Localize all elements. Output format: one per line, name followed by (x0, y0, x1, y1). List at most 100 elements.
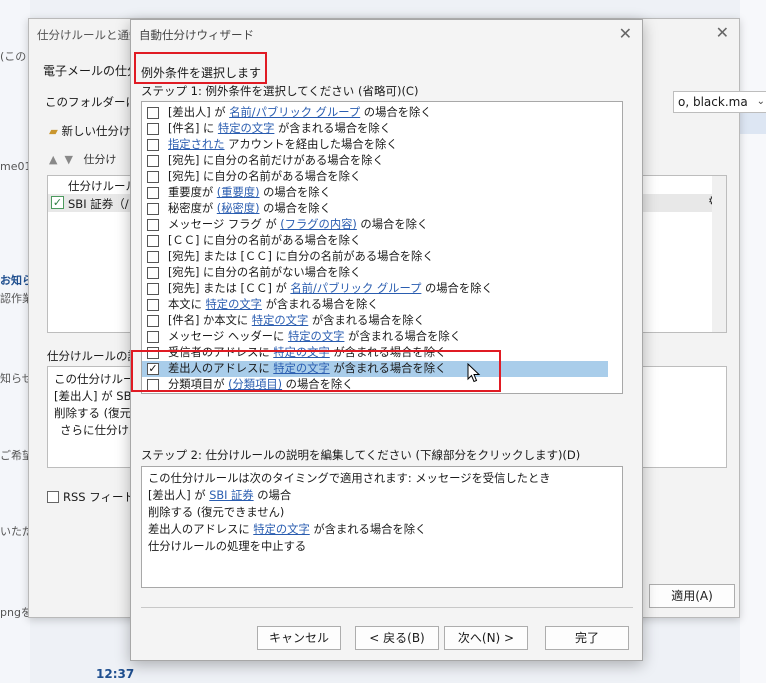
condition-checkbox[interactable] (147, 283, 159, 295)
highlight-box (134, 52, 267, 84)
condition-item[interactable]: メッセージ ヘッダーに 特定の文字 が含まれる場合を除く (142, 329, 608, 345)
condition-text: [宛先] に自分の名前だけがある場合を除く (168, 154, 384, 167)
condition-item[interactable]: メッセージ フラグ が (フラグの内容) の場合を除く (142, 217, 608, 233)
condition-checkbox[interactable] (147, 139, 159, 151)
condition-checkbox[interactable] (147, 155, 159, 167)
description-line: [差出人] が SBI 証券 の場合 (148, 487, 291, 503)
rule-enabled-checkbox[interactable]: ✓ (51, 196, 64, 209)
condition-link[interactable]: 特定の文字 (218, 122, 275, 135)
condition-link[interactable]: (秘密度) (217, 202, 260, 215)
condition-checkbox[interactable] (147, 315, 159, 327)
new-rule-button[interactable]: ▰ 新しい仕分け (49, 123, 131, 139)
close-icon[interactable]: ✕ (716, 23, 729, 42)
condition-checkbox[interactable] (147, 299, 159, 311)
condition-item[interactable]: 本文に 特定の文字 が含まれる場合を除く (142, 297, 608, 313)
condition-text: [宛先] または [ＣＣ] が (168, 282, 291, 295)
background-left-pane: (この me01/ お知ら 認作業 知らせ ご希望 いただ pngを (0, 0, 35, 683)
condition-item[interactable]: [宛先] に自分の名前だけがある場合を除く (142, 153, 608, 169)
condition-item[interactable]: [宛先] に自分の名前がない場合を除く (142, 265, 608, 281)
rule-description-editor[interactable]: この仕分けルールは次のタイミングで適用されます: メッセージを受信したとき [差出… (141, 466, 623, 588)
highlight-box (131, 350, 501, 392)
condition-text: 本文に (168, 298, 206, 311)
condition-item[interactable]: 指定された アカウントを経由した場合を除く (142, 137, 608, 153)
condition-checkbox[interactable] (147, 107, 159, 119)
finish-button[interactable]: 完了 (545, 626, 629, 650)
condition-item[interactable]: [差出人] が 名前/パブリック グループ の場合を除く (142, 105, 608, 121)
apply-button[interactable]: 適用(A) (649, 584, 735, 608)
description-text: が含まれる場合を除く (309, 523, 427, 536)
condition-link[interactable]: (重要度) (217, 186, 260, 199)
condition-checkbox[interactable] (147, 331, 159, 343)
condition-item[interactable]: [宛先] または [ＣＣ] に自分の名前がある場合を除く (142, 249, 608, 265)
description-link[interactable]: 特定の文字 (253, 523, 310, 536)
condition-checkbox[interactable] (147, 219, 159, 231)
condition-checkbox[interactable] (147, 267, 159, 279)
condition-checkbox[interactable] (147, 187, 159, 199)
condition-checkbox[interactable] (147, 123, 159, 135)
back-button[interactable]: < 戻る(B) (355, 626, 439, 650)
condition-text: が含まれる場合を除く (308, 314, 425, 327)
condition-text: が含まれる場合を除く (274, 122, 391, 135)
desc-line: [差出人] が SB (54, 389, 132, 403)
condition-text: 重要度が (168, 186, 217, 199)
condition-link[interactable]: 特定の文字 (288, 330, 345, 343)
description-text: 削除する (復元できません) (148, 506, 285, 519)
condition-checkbox[interactable] (147, 171, 159, 183)
mail-time: 12:37 (96, 667, 135, 681)
cancel-button[interactable]: キャンセル (257, 626, 341, 650)
condition-item[interactable]: 重要度が (重要度) の場合を除く (142, 185, 608, 201)
account-select[interactable]: o, black.ma ⌄ (673, 91, 766, 113)
condition-text: の場合を除く (356, 218, 429, 231)
condition-item[interactable]: [宛先] または [ＣＣ] が 名前/パブリック グループ の場合を除く (142, 281, 608, 297)
move-down-icon[interactable]: ▼ (64, 153, 72, 166)
condition-text: アカウントを経由した場合を除く (224, 138, 398, 151)
condition-text: [ＣＣ] に自分の名前がある場合を除く (168, 234, 362, 247)
condition-checkbox[interactable] (147, 251, 159, 263)
divider (141, 607, 633, 608)
move-up-icon[interactable]: ▲ (49, 153, 57, 166)
condition-text: [宛先] に自分の名前がある場合を除く (168, 170, 362, 183)
cursor-icon (467, 363, 481, 383)
condition-text: の場合を除く (421, 282, 493, 295)
chevron-down-icon: ⌄ (756, 96, 765, 107)
rule-description-label: 仕分けルールの説 (47, 349, 139, 363)
condition-checkbox[interactable] (147, 235, 159, 247)
condition-link[interactable]: (フラグの内容) (280, 218, 357, 231)
description-link[interactable]: SBI 証券 (209, 489, 253, 502)
step2-label: ステップ 2: 仕分けルールの説明を編集してください (下線部分をクリックします… (141, 448, 581, 462)
description-text: 差出人のアドレスに (148, 523, 254, 536)
next-button[interactable]: 次へ(N) > (444, 626, 528, 650)
desc-line: 削除する (復元 (54, 406, 132, 420)
rules-list-header: 仕分けルール (68, 179, 137, 193)
description-line: この仕分けルールは次のタイミングで適用されます: メッセージを受信したとき (148, 470, 551, 486)
condition-item[interactable]: [件名] に 特定の文字 が含まれる場合を除く (142, 121, 608, 137)
condition-item[interactable]: [宛先] に自分の名前がある場合を除く (142, 169, 608, 185)
condition-text: メッセージ ヘッダーに (168, 330, 288, 343)
condition-link[interactable]: 特定の文字 (252, 314, 309, 327)
condition-text: 秘密度が (168, 202, 217, 215)
description-line: 削除する (復元できません) (148, 504, 284, 520)
step1-label: ステップ 1: 例外条件を選択してください (省略可)(C) (141, 84, 419, 98)
condition-text: メッセージ フラグ が (168, 218, 281, 231)
condition-item[interactable]: [ＣＣ] に自分の名前がある場合を除く (142, 233, 608, 249)
description-text: この仕分けルールは次のタイミングで適用されます: メッセージを受信したとき (148, 472, 551, 485)
condition-link[interactable]: 指定された (168, 138, 225, 151)
scrollbar[interactable] (712, 176, 726, 332)
condition-link[interactable]: 名前/パブリック グループ (290, 282, 421, 295)
dialog-title: 仕分けルールと通知 (37, 28, 141, 42)
condition-checkbox[interactable] (147, 203, 159, 215)
tab-email-rules[interactable]: 電子メールの仕分 (43, 62, 139, 79)
description-text: 仕分けルールの処理を中止する (148, 540, 307, 553)
desc-line: さらに仕分けル (60, 423, 141, 437)
condition-text: [宛先] または [ＣＣ] に自分の名前がある場合を除く (168, 250, 434, 263)
condition-item[interactable]: 秘密度が (秘密度) の場合を除く (142, 201, 608, 217)
condition-link[interactable]: 名前/パブリック グループ (229, 106, 360, 119)
condition-text: [件名] に (168, 122, 218, 135)
close-icon[interactable]: ✕ (619, 24, 632, 43)
rss-checkbox[interactable] (47, 491, 59, 503)
condition-link[interactable]: 特定の文字 (205, 298, 262, 311)
folder-icon: ▰ (49, 124, 58, 138)
condition-item[interactable]: [件名] か本文に 特定の文字 が含まれる場合を除く (142, 313, 608, 329)
condition-text: の場合を除く (259, 202, 331, 215)
condition-text: [差出人] が (168, 106, 230, 119)
